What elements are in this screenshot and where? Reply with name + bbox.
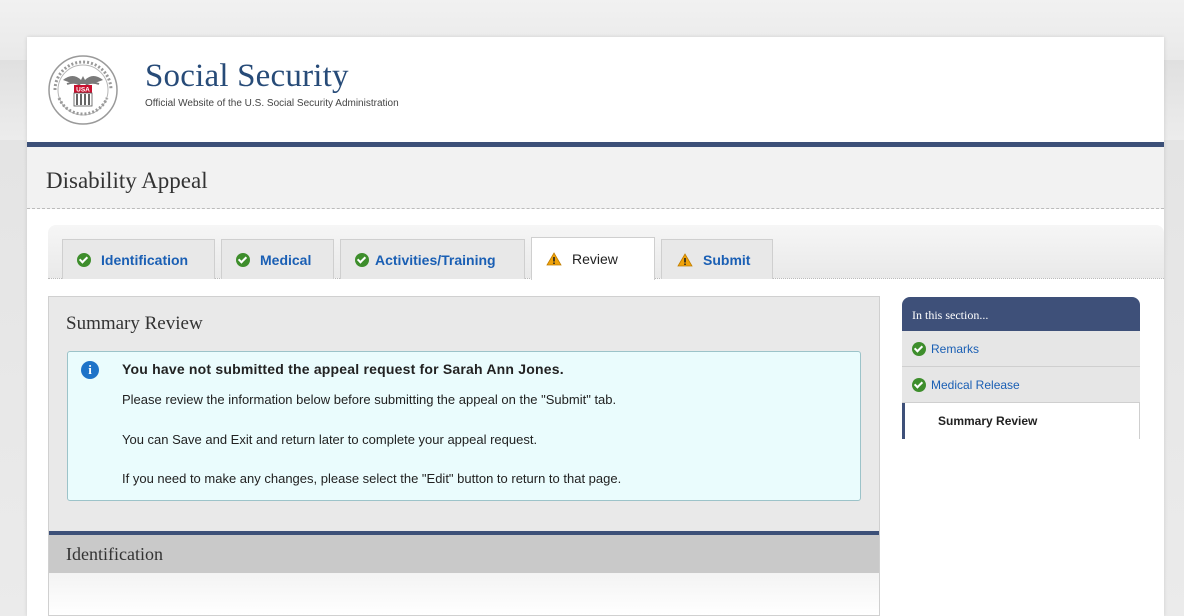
summary-review-box: Summary Review i You have not submitted … <box>49 297 879 531</box>
page-container: USA Social Security Official Website of … <box>27 37 1164 616</box>
tab-label: Activities/Training <box>375 251 496 268</box>
warning-icon <box>546 252 562 266</box>
page-title: Disability Appeal <box>46 168 208 193</box>
check-icon <box>236 252 250 267</box>
site-subtitle: Official Website of the U.S. Social Secu… <box>145 98 399 109</box>
tab-identification[interactable]: Identification <box>62 239 215 279</box>
sidebar-item-label: Medical Release <box>931 377 1020 392</box>
tab-submit[interactable]: Submit <box>661 239 773 279</box>
section-title: Identification <box>66 544 163 564</box>
tab-label: Medical <box>260 251 312 268</box>
site-title[interactable]: Social Security <box>145 57 399 95</box>
sidebar-item-label: Remarks <box>931 341 980 356</box>
seal-text: USA <box>76 87 90 94</box>
check-icon <box>355 252 369 267</box>
sidebar-item-medical-release[interactable]: Medical Release <box>902 367 1140 403</box>
main-panel: Summary Review i You have not submitted … <box>48 296 880 616</box>
tab-label: Review <box>572 251 618 267</box>
notice-line: You can Save and Exit and return later t… <box>122 432 538 447</box>
tab-medical[interactable]: Medical <box>221 239 334 279</box>
tab-strip: Identification Medical Activities/Traini… <box>48 225 1164 280</box>
sidebar-item-summary-review: Summary Review <box>902 403 1140 439</box>
tab-label: Submit <box>703 251 751 268</box>
summary-title: Summary Review <box>66 313 203 334</box>
section-nav-sidebar: In this section... Remarks Medical Relea… <box>902 297 1140 439</box>
title-bar: Disability Appeal <box>27 147 1164 209</box>
identification-section-header: Identification <box>49 535 879 573</box>
tab-label: Identification <box>101 251 189 268</box>
notice-heading: You have not submitted the appeal reques… <box>122 361 564 377</box>
info-notice: i You have not submitted the appeal requ… <box>67 351 861 501</box>
sidebar-item-remarks[interactable]: Remarks <box>902 331 1140 367</box>
check-icon <box>77 252 91 267</box>
check-icon <box>912 377 926 392</box>
sidebar-heading: In this section... <box>902 297 1140 331</box>
notice-line: Please review the information below befo… <box>122 392 617 407</box>
ssa-seal-logo[interactable]: USA <box>47 54 119 126</box>
check-icon <box>912 341 926 356</box>
site-header: USA Social Security Official Website of … <box>27 37 1164 142</box>
notice-line: If you need to make any changes, please … <box>122 471 622 486</box>
tab-activities-training[interactable]: Activities/Training <box>340 239 525 279</box>
section-body <box>49 573 879 615</box>
info-icon: i <box>81 361 99 379</box>
warning-icon <box>677 252 693 266</box>
brand-block: Social Security Official Website of the … <box>145 57 399 109</box>
tab-review[interactable]: Review <box>531 237 655 280</box>
sidebar-current-label: Summary Review <box>938 414 1038 428</box>
